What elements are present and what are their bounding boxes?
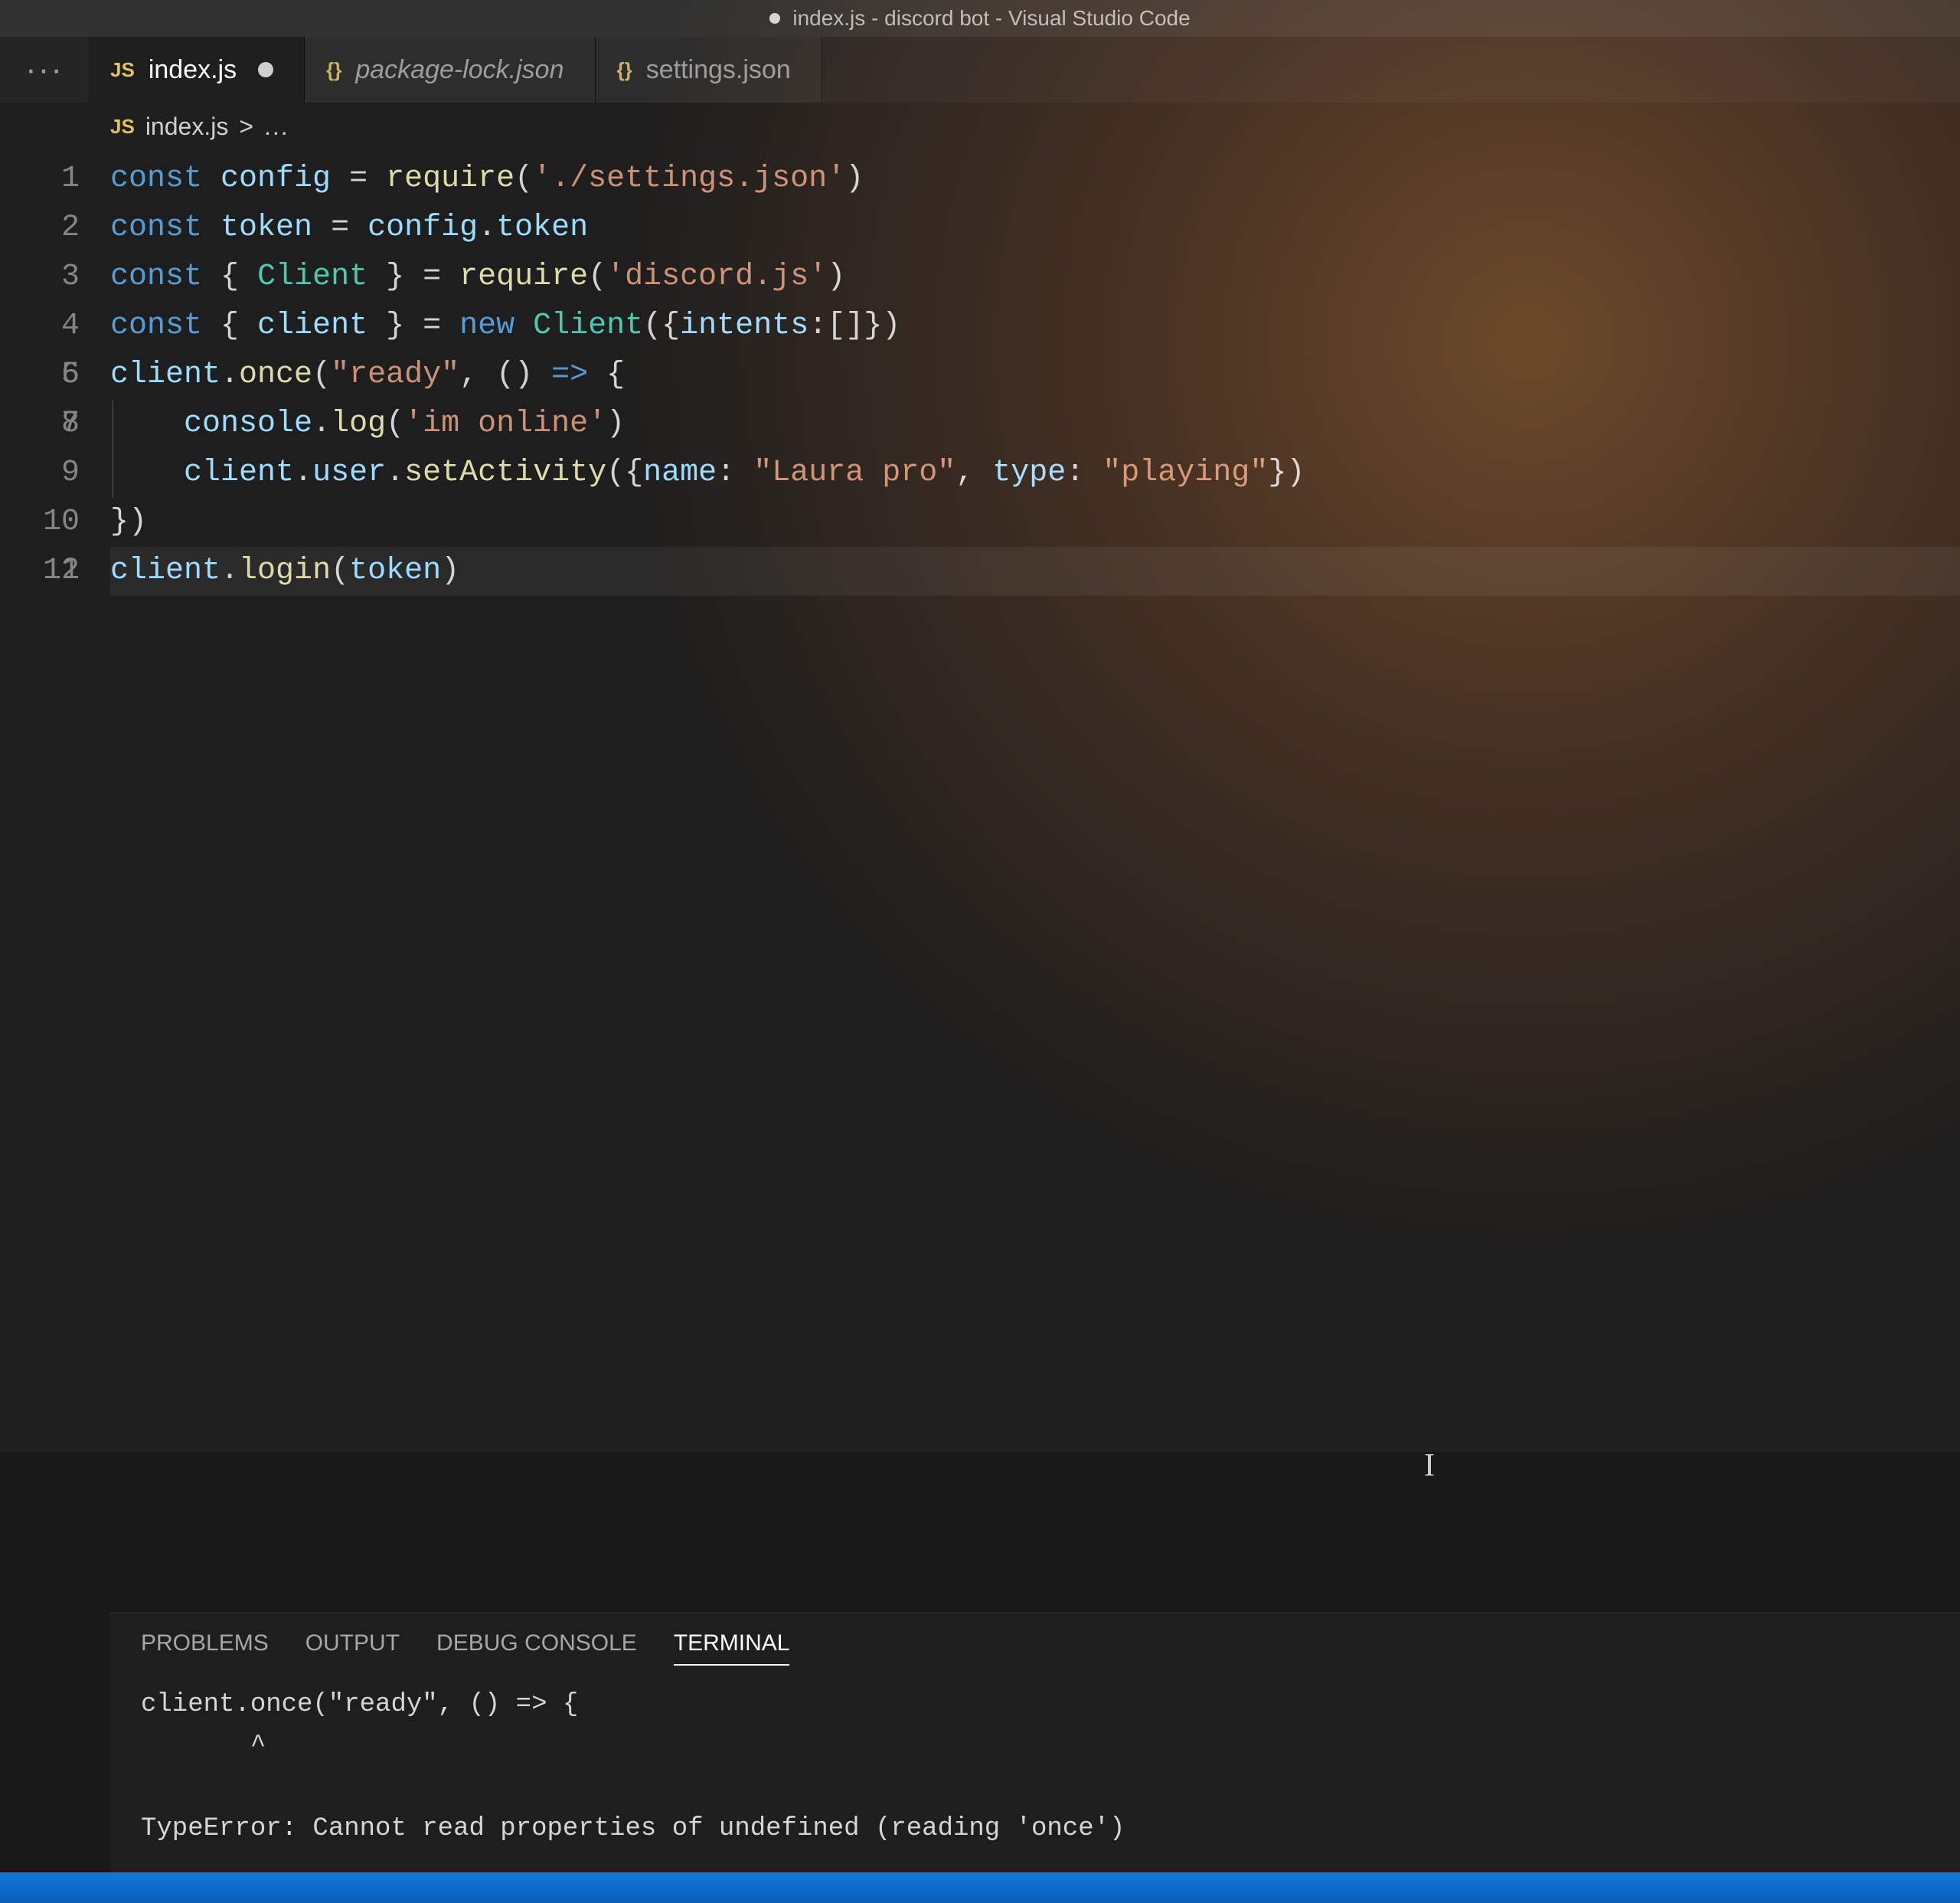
js-file-icon: JS — [110, 58, 135, 82]
vscode-window: index.js - discord bot - Visual Studio C… — [0, 0, 1960, 1903]
js-file-icon: JS — [110, 115, 135, 139]
overflow-menu-icon[interactable]: ··· — [0, 37, 89, 103]
code-line[interactable]: 8 console.log('im online') — [110, 400, 1960, 449]
windows-taskbar[interactable] — [0, 1872, 1960, 1903]
code-line[interactable]: 10}) — [110, 498, 1960, 547]
terminal-output[interactable]: client.once("ready", () => { ^ TypeError… — [110, 1676, 1960, 1872]
code-content: console.log('im online') — [110, 400, 625, 449]
breadcrumb-file: index.js — [145, 113, 229, 141]
code-content: client.user.setActivity({name: "Laura pr… — [110, 449, 1305, 498]
code-line[interactable]: 9 client.user.setActivity({name: "Laura … — [110, 449, 1960, 498]
breadcrumb[interactable]: JS index.js > ... — [0, 103, 1960, 150]
code-line[interactable]: 2const token = config.token — [110, 204, 1960, 253]
line-number: 3 — [0, 253, 110, 302]
code-line[interactable]: 3const { Client } = require('discord.js'… — [110, 253, 1960, 302]
panel-tab-terminal[interactable]: TERMINAL — [674, 1630, 790, 1666]
line-number: 9 — [0, 449, 110, 498]
panel-tab-output[interactable]: OUTPUT — [305, 1630, 400, 1666]
line-number: 8 — [0, 400, 110, 449]
panel-tab-strip: PROBLEMS OUTPUT DEBUG CONSOLE TERMINAL — [110, 1614, 1960, 1676]
line-number: 2 — [0, 204, 110, 253]
line-number: 1 — [0, 155, 110, 204]
tab-filename: package-lock.json — [355, 55, 564, 85]
code-content: const { client } = new Client({intents:[… — [110, 302, 900, 351]
breadcrumb-tail: ... — [264, 113, 289, 141]
panel-tab-debug-console[interactable]: DEBUG CONSOLE — [436, 1630, 637, 1666]
json-file-icon: {} — [617, 58, 632, 82]
tab-strip: ··· JS index.js {} package-lock.json {} setti… — [0, 37, 1960, 103]
editor-tab-package-lock-json[interactable]: {} package-lock.json — [305, 37, 595, 103]
code-content: client.login(token) — [110, 547, 459, 596]
line-number: 6 — [0, 351, 110, 400]
tab-filename: settings.json — [646, 55, 791, 85]
modified-indicator-icon — [258, 62, 273, 77]
tab-filename: index.js — [149, 55, 237, 85]
code-content: const token = config.token — [110, 204, 588, 253]
line-number: 12 — [0, 547, 110, 596]
code-line[interactable]: 1const config = require('./settings.json… — [110, 155, 1960, 204]
title-bar: index.js - discord bot - Visual Studio C… — [0, 0, 1960, 37]
code-content: const { Client } = require('discord.js') — [110, 253, 845, 302]
code-content: client.once("ready", () => { — [110, 351, 625, 400]
bottom-panel: PROBLEMS OUTPUT DEBUG CONSOLE TERMINAL clie… — [110, 1612, 1960, 1872]
editor-tab-settings-json[interactable]: {} settings.json — [596, 37, 822, 103]
chevron-right-icon: > — [239, 113, 253, 141]
code-content: const config = require('./settings.json'… — [110, 155, 864, 204]
json-file-icon: {} — [326, 58, 341, 82]
editor-tab-index-js[interactable]: JS index.js — [89, 37, 305, 103]
code-line[interactable]: 6client.once("ready", () => { — [110, 351, 1960, 400]
code-line[interactable]: 12client.login(token) — [110, 547, 1960, 596]
panel-tab-problems[interactable]: PROBLEMS — [141, 1630, 269, 1666]
code-content: }) — [110, 498, 147, 547]
code-editor[interactable]: 1const config = require('./settings.json… — [0, 150, 1960, 1452]
line-number: 10 — [0, 498, 110, 547]
unsaved-dot-icon — [769, 13, 780, 24]
code-line[interactable]: 4const { client } = new Client({intents:… — [110, 302, 1960, 351]
text-cursor-icon: I — [1424, 1447, 1435, 1484]
line-number: 4 — [0, 302, 110, 351]
window-title: index.js - discord bot - Visual Studio C… — [792, 6, 1190, 31]
